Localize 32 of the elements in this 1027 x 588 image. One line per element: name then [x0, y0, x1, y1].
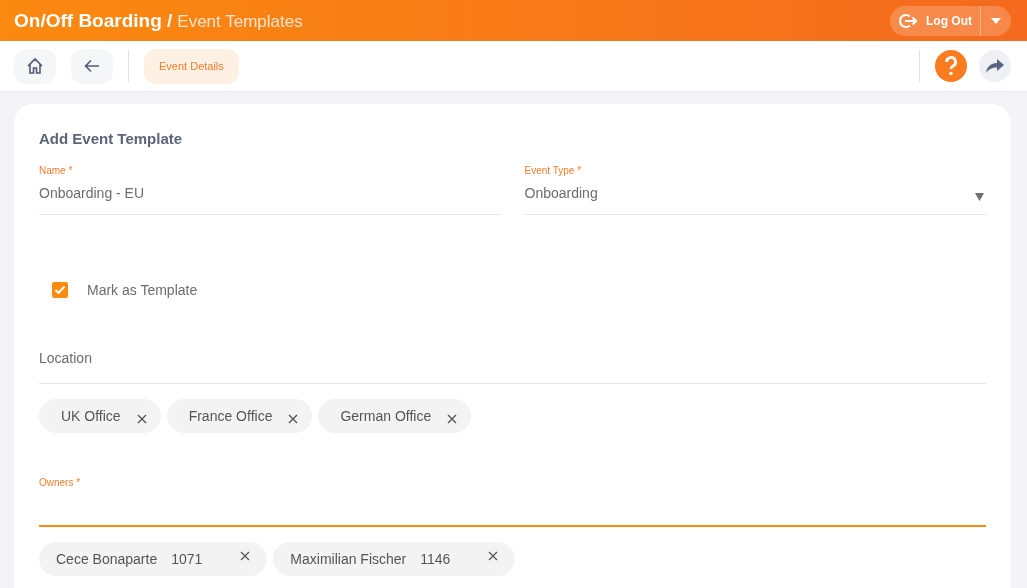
app-title: On/Off Boarding / [14, 9, 173, 32]
owners-field[interactable]: Owners * [39, 472, 986, 527]
question-mark-icon [944, 56, 958, 76]
remove-icon[interactable] [240, 551, 251, 561]
remove-icon[interactable] [488, 551, 499, 561]
owner-name: Cece Bonaparte [56, 551, 158, 567]
caret-icon [991, 17, 1001, 24]
owner-id: 1071 [171, 551, 203, 567]
help-button[interactable] [935, 50, 967, 82]
back-arrow-icon [84, 59, 100, 73]
logout-icon [898, 12, 918, 29]
home-button[interactable] [14, 48, 56, 84]
remove-icon[interactable] [447, 413, 458, 424]
chip-label: German Office [340, 408, 432, 424]
home-icon [26, 57, 44, 75]
remove-icon[interactable] [288, 413, 299, 424]
chip-label: France Office [188, 408, 273, 424]
dropdown-arrow-icon [975, 193, 984, 201]
checkbox[interactable] [52, 282, 68, 298]
form-title: Add Event Template [39, 130, 184, 147]
remove-icon[interactable] [136, 413, 147, 424]
owner-name: Maximilian Fischer [290, 551, 407, 567]
name-field[interactable]: Name * Onboarding - EU [39, 165, 501, 215]
share-button[interactable] [979, 50, 1011, 82]
page-title: Event Templates [177, 11, 303, 32]
chip-label: UK Office [61, 408, 121, 424]
share-arrow-icon [986, 58, 1004, 74]
location-field[interactable]: Location [39, 350, 986, 384]
event-type-dropdown[interactable]: Event Type * Onboarding [524, 165, 986, 215]
checkbox-label: Mark as Template [87, 282, 198, 298]
back-button[interactable] [71, 48, 113, 84]
owner-id: 1146 [420, 551, 451, 567]
